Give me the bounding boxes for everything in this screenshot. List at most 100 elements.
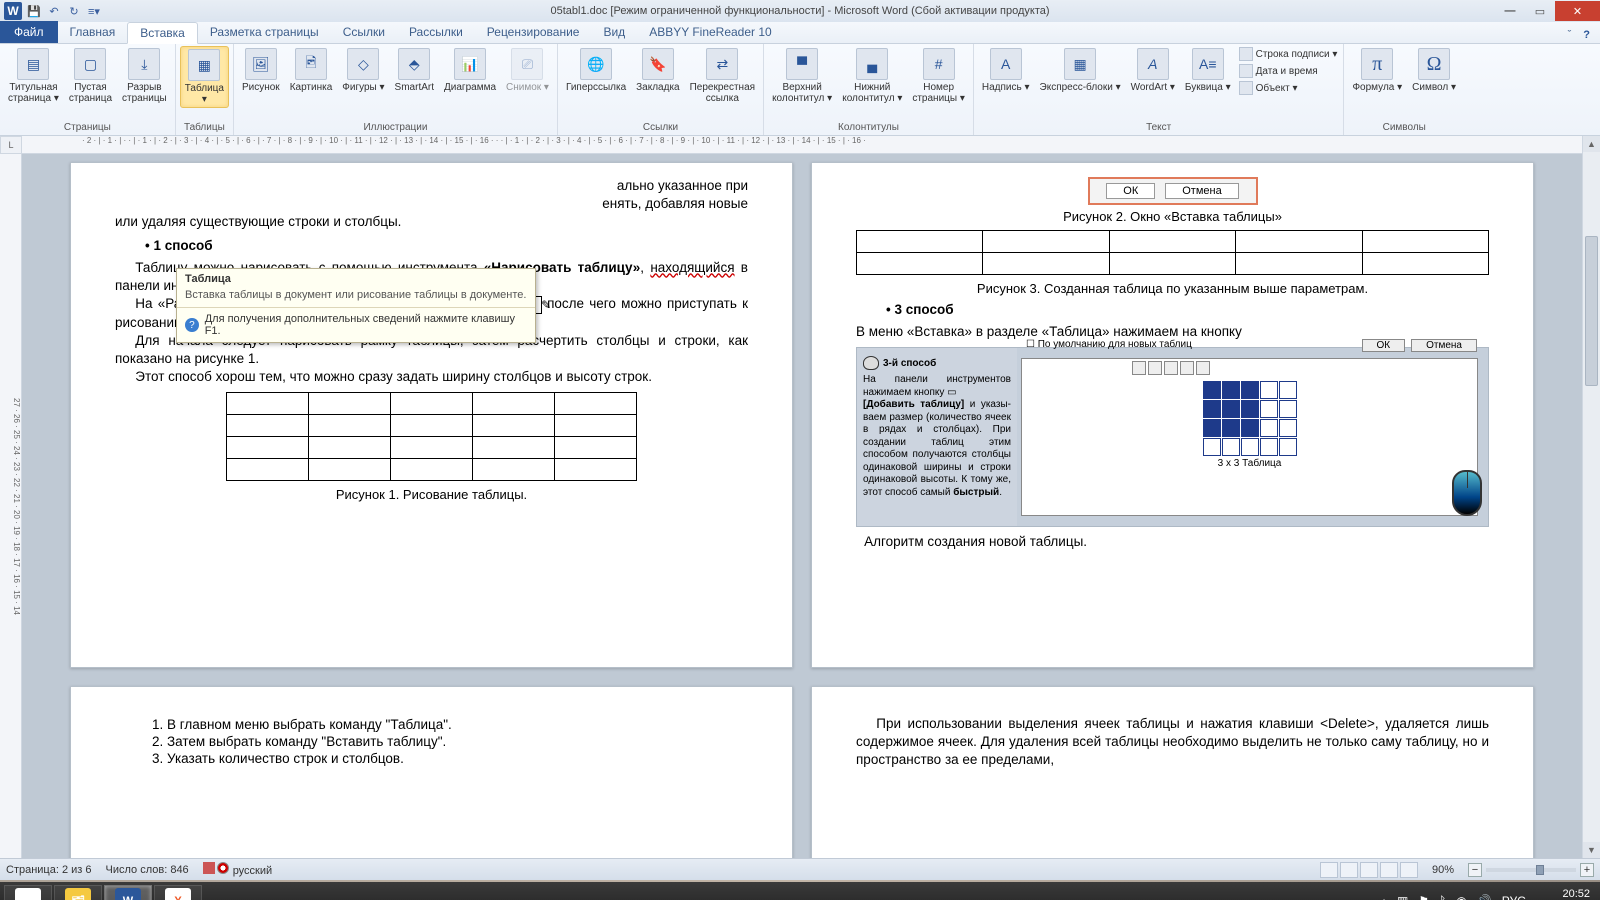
tab-review[interactable]: Рецензирование	[475, 21, 592, 43]
status-lang[interactable]: русский	[203, 862, 272, 877]
quickparts-button[interactable]: ▦Экспресс-блоки ▾	[1036, 46, 1125, 95]
zoom-in-button[interactable]: +	[1580, 863, 1594, 877]
status-page[interactable]: Страница: 2 из 6	[6, 864, 92, 876]
minimize-ribbon-icon[interactable]: ˇ	[1564, 27, 1576, 43]
minimize-button[interactable]: —	[1495, 1, 1525, 21]
tray-action-center-icon[interactable]: ▥	[1397, 894, 1408, 900]
scroll-up-icon[interactable]: ▲	[1583, 136, 1600, 152]
page-2[interactable]: ОК Отмена Рисунок 2. Окно «Вставка табли…	[811, 162, 1534, 668]
scroll-down-icon[interactable]: ▼	[1583, 842, 1600, 858]
chart-icon: 📊	[454, 48, 486, 80]
table-grid-picker	[1203, 381, 1297, 456]
tray-language[interactable]: РУС	[1502, 894, 1526, 900]
page-1[interactable]: ально указанное при енять, добавляя новы…	[70, 162, 793, 668]
save-icon[interactable]: 💾	[26, 3, 42, 19]
undo-icon[interactable]: ↶	[46, 3, 62, 19]
tray-wifi-icon[interactable]: ◉	[1456, 894, 1466, 900]
blank-page-button[interactable]: ▢Пустая страница	[65, 46, 116, 106]
symbol-button[interactable]: ΩСимвол ▾	[1408, 46, 1460, 95]
pages-viewport[interactable]: ально указанное при енять, добавляя новы…	[22, 154, 1582, 858]
bookmark-button[interactable]: 🔖Закладка	[632, 46, 683, 95]
help-icon[interactable]: ?	[1579, 27, 1594, 43]
chart-button[interactable]: 📊Диаграмма	[440, 46, 500, 95]
equation-button[interactable]: πФормула ▾	[1348, 46, 1406, 95]
redo-icon[interactable]: ↻	[66, 3, 82, 19]
tray-volume-icon[interactable]: 🔊	[1477, 894, 1492, 900]
explorer-taskbar-button[interactable]: 🗂	[54, 885, 102, 900]
maximize-button[interactable]: ▭	[1525, 1, 1555, 21]
status-words[interactable]: Число слов: 846	[106, 864, 189, 876]
start-button[interactable]: ⊞	[4, 885, 52, 900]
hyperlink-button[interactable]: 🌐Гиперссылка	[562, 46, 630, 95]
zoom-out-button[interactable]: −	[1468, 863, 1482, 877]
word-taskbar-button[interactable]: W	[104, 885, 152, 900]
tab-references[interactable]: Ссылки	[331, 21, 397, 43]
cross-ref-button[interactable]: ⇄Перекрестная ссылка	[686, 46, 759, 106]
zoom-percent[interactable]: 90%	[1432, 864, 1454, 876]
file-tab[interactable]: Файл	[0, 21, 58, 43]
tray-clock[interactable]: 20:52 11.12.2017	[1536, 888, 1590, 900]
wordart-button[interactable]: AWordArt ▾	[1127, 46, 1179, 95]
page-number-button[interactable]: #Номер страницы ▾	[908, 46, 969, 106]
doc-caption: Рисунок 3. Созданная таблица по указанны…	[856, 281, 1489, 296]
clipart-button[interactable]: 🖻Картинка	[286, 46, 337, 95]
zoom-thumb[interactable]	[1536, 865, 1544, 875]
window-controls: — ▭ ✕	[1495, 1, 1600, 21]
ruler-corner[interactable]: L	[0, 136, 22, 154]
tab-page-layout[interactable]: Разметка страницы	[198, 21, 331, 43]
close-button[interactable]: ✕	[1555, 1, 1600, 21]
footer-button[interactable]: ▄Нижний колонтитул ▾	[838, 46, 906, 106]
view-outline-button[interactable]	[1380, 862, 1398, 878]
page-break-button[interactable]: ⤓Разрыв страницы	[118, 46, 171, 106]
datetime-icon	[1239, 64, 1253, 78]
tray-bluetooth-icon[interactable]: ᛒ	[1439, 894, 1446, 900]
smartart-button[interactable]: ⬘SmartArt	[391, 46, 438, 95]
mouse-3d-icon	[1452, 470, 1482, 516]
table-button[interactable]: ▦Таблица ▾	[180, 46, 229, 108]
yandex-taskbar-button[interactable]: Y	[154, 885, 202, 900]
shapes-icon: ◇	[347, 48, 379, 80]
tray-network-icon[interactable]: ⚑	[1418, 894, 1429, 900]
textbox-button[interactable]: AНадпись ▾	[978, 46, 1034, 95]
zoom-track[interactable]	[1486, 868, 1576, 872]
header-button[interactable]: ▀Верхний колонтитул ▾	[768, 46, 836, 106]
hyperlink-icon: 🌐	[580, 48, 612, 80]
page-3[interactable]: В главном меню выбрать команду "Таблица"…	[70, 686, 793, 858]
group-illustrations-label: Иллюстрации	[238, 122, 553, 135]
page-4[interactable]: При использовании выделения ячеек таблиц…	[811, 686, 1534, 858]
scroll-thumb[interactable]	[1585, 236, 1598, 386]
tab-insert[interactable]: Вставка	[127, 22, 198, 44]
cover-page-button[interactable]: ▤Титульная страница ▾	[4, 46, 63, 106]
view-fullscreen-button[interactable]	[1340, 862, 1358, 878]
tab-abbyy[interactable]: ABBYY FineReader 10	[637, 21, 784, 43]
word-logo-icon[interactable]: W	[4, 2, 22, 20]
object-button[interactable]: Объект ▾	[1237, 80, 1340, 96]
signature-line-button[interactable]: Строка подписи ▾	[1237, 46, 1340, 62]
blank-page-icon: ▢	[74, 48, 106, 80]
vertical-ruler[interactable]: 27 · 26 · 25 · 24 · 23 · 22 · 21 · 20 · …	[0, 154, 22, 858]
view-print-layout-button[interactable]	[1320, 862, 1338, 878]
date-time-button[interactable]: Дата и время	[1237, 63, 1340, 79]
vertical-scrollbar[interactable]: ▲ ▼	[1582, 136, 1600, 858]
embedded-cancel-button: Отмена	[1165, 183, 1238, 199]
picture-button[interactable]: 🖼Рисунок	[238, 46, 284, 95]
grid-picker-label: 3 x 3 Таблица	[1030, 458, 1469, 469]
view-web-button[interactable]	[1360, 862, 1378, 878]
doc-caption: Рисунок 1. Рисование таблицы.	[115, 487, 748, 502]
tab-view[interactable]: Вид	[591, 21, 637, 43]
spellcheck-icon	[203, 862, 215, 874]
view-draft-button[interactable]	[1400, 862, 1418, 878]
doc-caption: Рисунок 2. Окно «Вставка таблицы»	[856, 209, 1489, 224]
smartart-icon: ⬘	[398, 48, 430, 80]
doc-text: Алгоритм создания новой таблицы.	[856, 533, 1489, 551]
tab-home[interactable]: Главная	[58, 21, 128, 43]
screenshot-button[interactable]: ⎚Снимок ▾	[502, 46, 553, 95]
dropcap-button[interactable]: A≡Буквица ▾	[1181, 46, 1235, 95]
tray-chevron-icon[interactable]: ▴	[1381, 894, 1387, 900]
tooltip-title: Таблица	[177, 269, 535, 287]
shapes-button[interactable]: ◇Фигуры ▾	[338, 46, 388, 95]
tab-mailings[interactable]: Рассылки	[397, 21, 475, 43]
customize-qat-icon[interactable]: ≡▾	[86, 3, 102, 19]
horizontal-ruler[interactable]: · 2 · | · 1 · | · · | · 1 · | · 2 · | · …	[22, 136, 1582, 154]
list-item: В главном меню выбрать команду "Таблица"…	[167, 717, 748, 732]
